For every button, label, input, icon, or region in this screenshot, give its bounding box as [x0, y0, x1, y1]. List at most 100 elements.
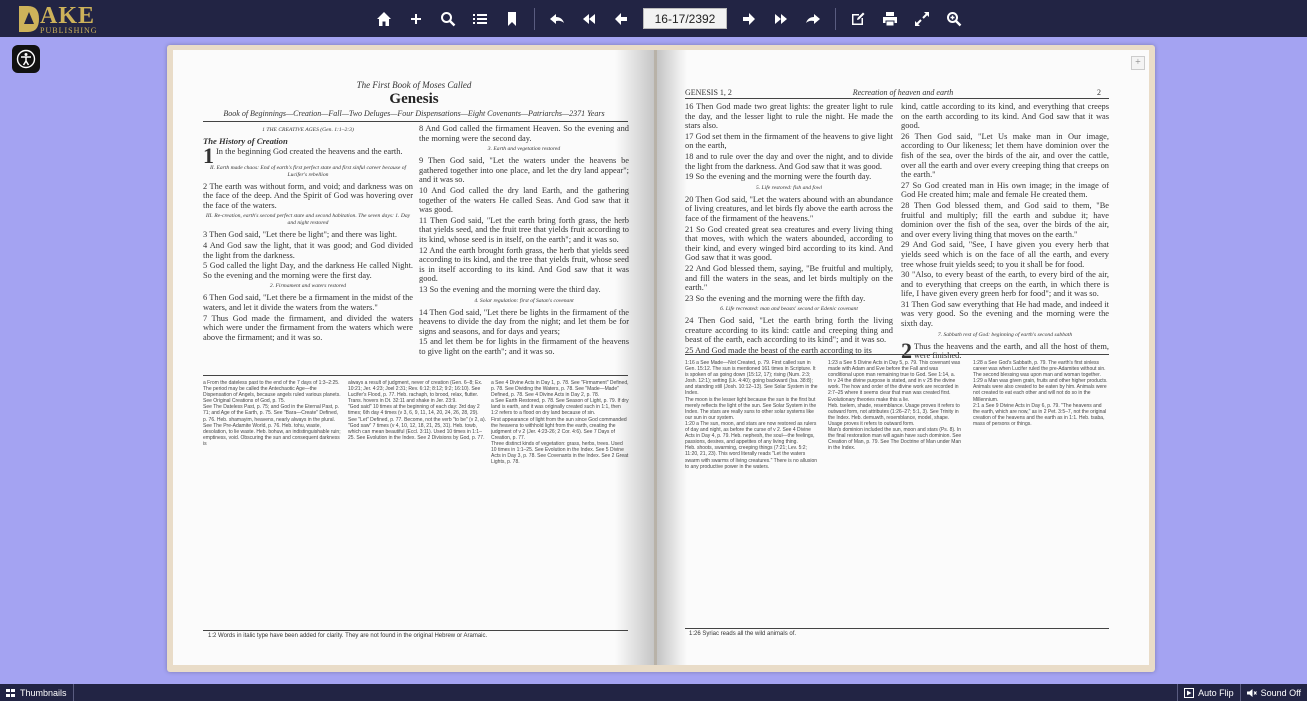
next-icon	[743, 12, 755, 25]
prev-icon	[615, 12, 627, 25]
auto-flip-icon	[1184, 687, 1195, 698]
section-note: 1 THE CREATIVE AGES (Gen. 1:1–2:3)	[262, 127, 354, 133]
prev-fast-icon	[583, 13, 595, 24]
thumbnails-label: Thumbnails	[20, 687, 67, 698]
section-note: 6. Life recreated: man and beasts' secon…	[720, 306, 858, 313]
last-page-icon	[806, 13, 820, 24]
verse: kind, cattle according to its kind, and …	[901, 102, 1109, 131]
verse: 31 Then God saw everything that He had m…	[901, 299, 1109, 329]
top-toolbar: AKE PUBLISHING	[0, 0, 1307, 37]
footnote-column-3: 1:28 a See God's Sabbath, p. 79. The ear…	[973, 360, 1109, 622]
table-of-contents-button[interactable]	[464, 0, 496, 37]
running-head-center: Recreation of heaven and earth	[852, 88, 954, 97]
speaker-muted-icon	[1246, 688, 1257, 697]
footnote-column-2: always a result of judgment, never of cr…	[348, 380, 486, 626]
footnote: always a result of judgment, never of cr…	[348, 380, 483, 405]
dake-logo[interactable]: AKE PUBLISHING	[18, 2, 98, 36]
footnote-column-1: 1:16 a See Made—Not Created, p. 79. Firs…	[685, 360, 820, 622]
add-bookmark-button[interactable]	[400, 0, 432, 37]
next-page-button[interactable]	[733, 0, 765, 37]
next-fast-icon	[775, 13, 787, 24]
verse: 13 So the evening and the morning were t…	[419, 284, 601, 294]
sound-toggle-button[interactable]: Sound Off	[1241, 684, 1307, 701]
verse: 15 and let them be for lights in the fir…	[419, 337, 629, 356]
thumbnails-button[interactable]: Thumbnails	[0, 684, 73, 701]
zoom-button[interactable]	[938, 0, 970, 37]
left-page[interactable]: The First Book of Moses Called Genesis B…	[173, 50, 655, 665]
right-page[interactable]: GENESIS 1, 2 Recreation of heaven and ea…	[657, 50, 1149, 665]
footer-rule	[685, 628, 1109, 629]
auto-flip-button[interactable]: Auto Flip	[1178, 684, 1240, 701]
section-note: 3. Earth and vegetation restored	[487, 146, 561, 153]
footnote: Heb. shoots, swarming, creeping things (…	[685, 445, 818, 470]
header-rule	[685, 98, 1109, 99]
search-button[interactable]	[432, 0, 464, 37]
footnote-column-3: a See 4 Divine Acts in Day 1, p. 78. See…	[491, 380, 629, 626]
verse: 2 Thus the heavens and the earth, and all…	[901, 337, 1109, 363]
footnote: 1:28 a See God's Sabbath, p. 79. The ear…	[973, 360, 1106, 379]
right-page-column-2: kind, cattle according to its kind, and …	[901, 102, 1109, 362]
left-page-column-2: 8 And God called the firmament Heaven. S…	[419, 124, 629, 357]
verse: 24 Then God said, "Let the earth bring f…	[685, 316, 893, 345]
fullscreen-icon	[915, 11, 929, 26]
section-heading: The History of Creation	[203, 136, 288, 146]
verse: 7 Thus God made the firmament, and divid…	[203, 313, 413, 342]
footnote: 1:20 a The sun, moon, and stars are now …	[685, 420, 817, 446]
home-button[interactable]	[368, 0, 400, 37]
footnote: 2:1 a See 9 Divine Acts in Day 6, p. 79.…	[973, 402, 1107, 427]
page-corner-fold-icon[interactable]: +	[1131, 56, 1145, 70]
footer-note: 1:2 Words in italic type have been added…	[208, 633, 488, 639]
toolbar-divider	[534, 7, 535, 30]
verse: 11 Then God said, "Let the earth bring f…	[419, 215, 629, 244]
verse: 23 So the evening and the morning were t…	[685, 293, 866, 303]
print-icon	[883, 11, 897, 26]
fullscreen-button[interactable]	[906, 0, 938, 37]
last-page-button[interactable]	[797, 0, 829, 37]
footnote: a See Earth Restored, p. 78. See Season …	[491, 398, 629, 417]
annotate-button[interactable]	[842, 0, 874, 37]
footer-rule	[203, 630, 628, 631]
logo-main-text: AKE	[40, 2, 96, 29]
edit-note-icon	[852, 12, 865, 25]
page-number: 2	[1097, 88, 1101, 97]
search-icon	[441, 11, 456, 26]
footnote: "God saw" 7 times (v 4, 10, 12, 18, 21, …	[348, 422, 485, 441]
footnote: Man's dominion included the sun, moon an…	[828, 427, 962, 452]
footnote: a See 4 Divine Acts in Day 1, p. 78. See…	[491, 380, 629, 399]
first-page-button[interactable]	[541, 0, 573, 37]
bottom-divider	[72, 684, 74, 701]
sound-label: Sound Off	[1260, 687, 1301, 698]
footnote: See The Dateless Past, p. 75; and God in…	[203, 404, 340, 423]
verse: 6 Then God said, "Let there be a firmame…	[203, 293, 413, 312]
accessibility-button[interactable]	[12, 45, 40, 73]
footnote-column-2: 1:23 a See 5 Divine Acts in Day 5, p. 79…	[828, 360, 963, 622]
previous-fast-button[interactable]	[573, 0, 605, 37]
verse: 19 So the evening and the morning were t…	[685, 172, 872, 182]
previous-page-button[interactable]	[605, 0, 637, 37]
verse: 1 In the beginning God created the heaven…	[203, 142, 403, 168]
next-fast-button[interactable]	[765, 0, 797, 37]
toolbar-divider	[835, 7, 836, 30]
verse: 26 Then God said, "Let Us make man in Ou…	[901, 131, 1109, 180]
section-note: II. Earth made chaos: End of earth's fir…	[209, 164, 407, 178]
section-note: 2. Firmament and waters restored	[269, 283, 347, 290]
left-page-column-1: 1 THE CREATIVE AGES (Gen. 1:1–2:3) The H…	[203, 124, 413, 343]
bookmark-button[interactable]	[496, 0, 528, 37]
footnote: 1:23 a See 5 Divine Acts in Day 5, p. 79…	[828, 360, 961, 379]
book-subtitle: Book of Beginnings—Creation—Fall—Two Del…	[223, 109, 605, 118]
bottom-toolbar: Thumbnails Auto Flip Sound Off	[0, 684, 1307, 701]
verse: 3 Then God said, "Let there be light"; a…	[203, 230, 397, 240]
page-number-field[interactable]	[643, 8, 727, 29]
section-note: 4. Solar regulation: first of Satan's co…	[474, 297, 574, 304]
verse: 5 God called the light Day, and the dark…	[203, 261, 413, 280]
thumbnails-icon	[6, 688, 15, 697]
chapter-number: 2	[901, 337, 912, 363]
verse: 27 So God created man in His own image; …	[901, 180, 1109, 200]
page-shadow	[657, 50, 687, 665]
print-button[interactable]	[874, 0, 906, 37]
footnote: Three distinct kinds of vegetation: gras…	[491, 440, 629, 466]
right-page-column-1: 16 Then God made two great lights: the g…	[685, 102, 893, 357]
logo-d-mark-icon	[18, 4, 40, 34]
verse: 12 And the earth brought forth grass, th…	[419, 245, 629, 284]
verse: 21 So God created great sea creatures an…	[685, 224, 893, 263]
